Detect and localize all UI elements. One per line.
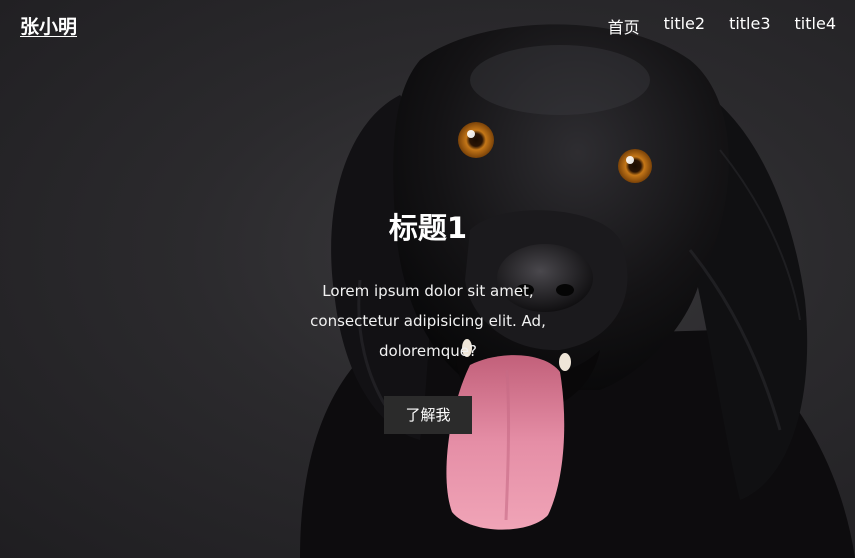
nav-item-home[interactable]: 首页: [608, 14, 640, 38]
nav-item-title3[interactable]: title3: [729, 14, 770, 38]
dog-left-eye: [458, 122, 494, 158]
hero-section: 张小明 首页 title2 title3 title4 标题1 Lorem ip…: [0, 0, 855, 558]
brand-logo-link[interactable]: 张小明: [20, 12, 77, 39]
hero-description: Lorem ipsum dolor sit amet, consectetur …: [310, 282, 546, 360]
learn-more-button[interactable]: 了解我: [384, 396, 472, 434]
hero-content: 标题1 Lorem ipsum dolor sit amet, consecte…: [298, 206, 558, 434]
hero-title: 标题1: [388, 211, 468, 245]
nav-item-title4[interactable]: title4: [795, 14, 836, 38]
dog-right-eye: [618, 149, 652, 183]
nav-links: 首页 title2 title3 title4: [608, 14, 836, 38]
nav-item-title2[interactable]: title2: [664, 14, 705, 38]
navbar: 张小明 首页 title2 title3 title4: [0, 0, 855, 52]
